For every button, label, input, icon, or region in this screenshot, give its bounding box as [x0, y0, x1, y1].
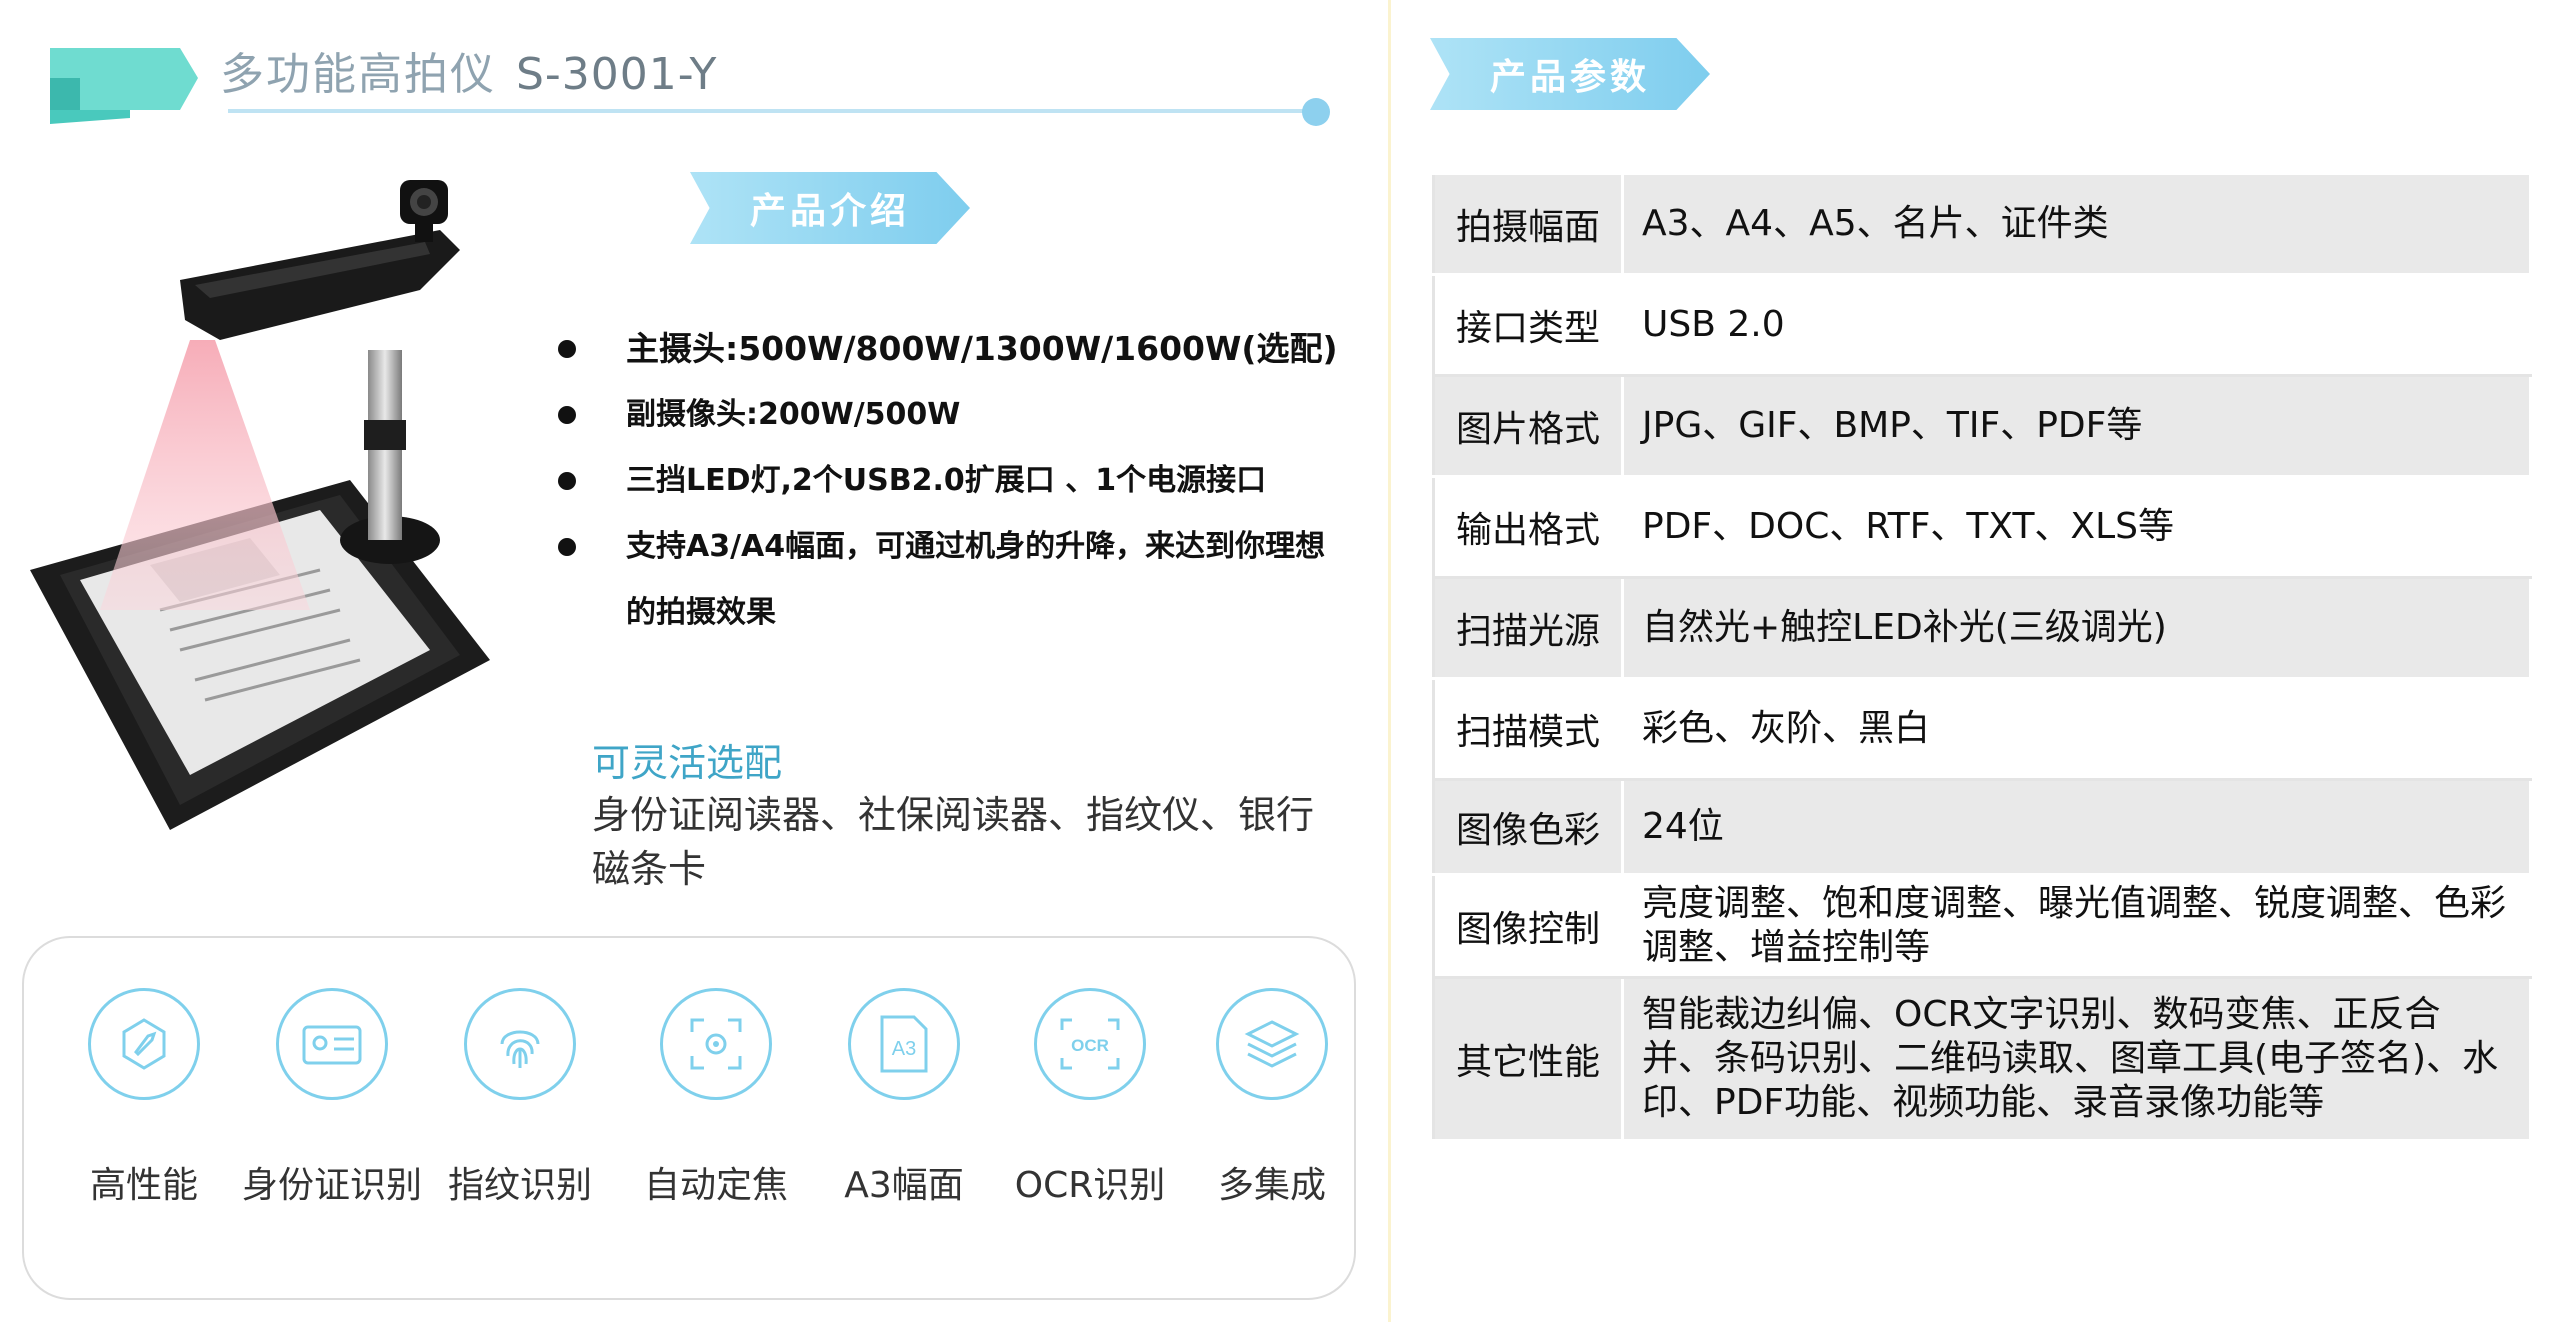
bullet-led-usb: 三挡LED灯,2个USB2.0扩展口 、1个电源接口 [552, 448, 1352, 514]
table-row: 接口类型 USB 2.0 [1432, 273, 2532, 377]
param-value: 24位 [1621, 778, 2532, 876]
feature-label: 自动定焦 [643, 1165, 788, 1206]
param-key: 图像控制 [1432, 873, 1624, 979]
a3-glyph: A3 [892, 1038, 916, 1060]
param-key: 扫描光源 [1432, 576, 1624, 680]
feature-a3: A3 A3幅面 [804, 988, 1004, 1208]
fingerprint-icon [464, 988, 576, 1100]
product-model: S-3001-Y [516, 49, 718, 100]
center-divider [1388, 0, 1391, 1322]
feature-label: A3幅面 [844, 1165, 964, 1206]
bullet-sub-camera: 副摄像头:200W/500W [552, 382, 1352, 448]
table-row: 扫描模式 彩色、灰阶、黑白 [1432, 677, 2532, 781]
ocr-icon: OCR [1034, 988, 1146, 1100]
param-key: 图片格式 [1432, 374, 1624, 478]
feature-label: 高性能 [89, 1165, 198, 1206]
feature-integration: 多集成 [1172, 988, 1372, 1208]
feature-autofocus: 自动定焦 [616, 988, 816, 1208]
table-row: 图片格式 JPG、GIF、BMP、TIF、PDF等 [1432, 374, 2532, 478]
product-name: 多功能高拍仪 [220, 49, 496, 100]
param-key: 其它性能 [1432, 976, 1624, 1142]
id-card-icon [276, 988, 388, 1100]
param-key: 扫描模式 [1432, 677, 1624, 781]
param-key: 图像色彩 [1432, 778, 1624, 876]
param-value: A3、A4、A5、名片、证件类 [1621, 172, 2532, 276]
table-row: 图像控制 亮度调整、饱和度调整、曝光值调整、锐度调整、色彩调整、增益控制等 [1432, 873, 2532, 979]
feature-ocr: OCR OCR识别 [990, 988, 1190, 1208]
param-value: 彩色、灰阶、黑白 [1621, 677, 2532, 781]
param-key: 拍摄幅面 [1432, 172, 1624, 276]
bullet-format-support: 支持A3/A4幅面，可通过机身的升降，来达到你理想的拍摄效果 [552, 514, 1352, 646]
a3-page-icon: A3 [848, 988, 960, 1100]
table-row: 扫描光源 自然光+触控LED补光(三级调光) [1432, 576, 2532, 680]
product-params-tag: 产品参数 [1430, 38, 1710, 110]
bullet-main-camera: 主摄头:500W/800W/1300W/1600W(选配) [552, 316, 1352, 382]
feature-id-card: 身份证识别 [232, 988, 432, 1208]
table-row: 其它性能 智能裁边纠偏、OCR文字识别、数码变焦、正反合并、条码识别、二维码读取… [1432, 976, 2532, 1142]
param-value: JPG、GIF、BMP、TIF、PDF等 [1621, 374, 2532, 478]
param-value: 智能裁边纠偏、OCR文字识别、数码变焦、正反合并、条码识别、二维码读取、图章工具… [1621, 976, 2532, 1142]
header-ribbon-icon [50, 48, 198, 124]
title-underline [228, 109, 1318, 113]
param-key: 接口类型 [1432, 273, 1624, 377]
scanner-product-image [30, 180, 490, 830]
feature-fingerprint: 指纹识别 [420, 988, 620, 1208]
rocket-icon [88, 988, 200, 1100]
params-table: 拍摄幅面 A3、A4、A5、名片、证件类 接口类型 USB 2.0 图片格式 J… [1432, 172, 2532, 1142]
focus-icon [660, 988, 772, 1100]
ocr-glyph: OCR [1071, 1036, 1109, 1055]
product-intro-tag: 产品介绍 [690, 172, 970, 244]
table-row: 图像色彩 24位 [1432, 778, 2532, 876]
table-row: 输出格式 PDF、DOC、RTF、TXT、XLS等 [1432, 475, 2532, 579]
title-underline-dot [1302, 98, 1330, 126]
param-value: 亮度调整、饱和度调整、曝光值调整、锐度调整、色彩调整、增益控制等 [1621, 873, 2532, 979]
param-key: 输出格式 [1432, 475, 1624, 579]
page-title: 多功能高拍仪 S-3001-Y [220, 38, 717, 102]
feature-bullet-list: 主摄头:500W/800W/1300W/1600W(选配) 副摄像头:200W/… [552, 316, 1352, 646]
feature-label: 身份证识别 [241, 1165, 422, 1206]
param-value: 自然光+触控LED补光(三级调光) [1621, 576, 2532, 680]
feature-label: 指纹识别 [447, 1165, 592, 1206]
param-value: USB 2.0 [1621, 273, 2532, 377]
optional-title: 可灵活选配 [592, 741, 783, 785]
optional-text: 身份证阅读器、社保阅读器、指纹仪、银行磁条卡 [592, 793, 1315, 891]
layers-icon [1216, 988, 1328, 1100]
feature-high-performance: 高性能 [44, 988, 244, 1208]
feature-label: 多集成 [1217, 1165, 1326, 1206]
feature-label: OCR识别 [1014, 1165, 1166, 1206]
table-row: 拍摄幅面 A3、A4、A5、名片、证件类 [1432, 172, 2532, 276]
feature-icons-panel: 高性能 身份证识别 指纹识别 自动定焦 A3 A3幅面 OCR OCR识别 多集 [22, 936, 1356, 1300]
param-value: PDF、DOC、RTF、TXT、XLS等 [1621, 475, 2532, 579]
